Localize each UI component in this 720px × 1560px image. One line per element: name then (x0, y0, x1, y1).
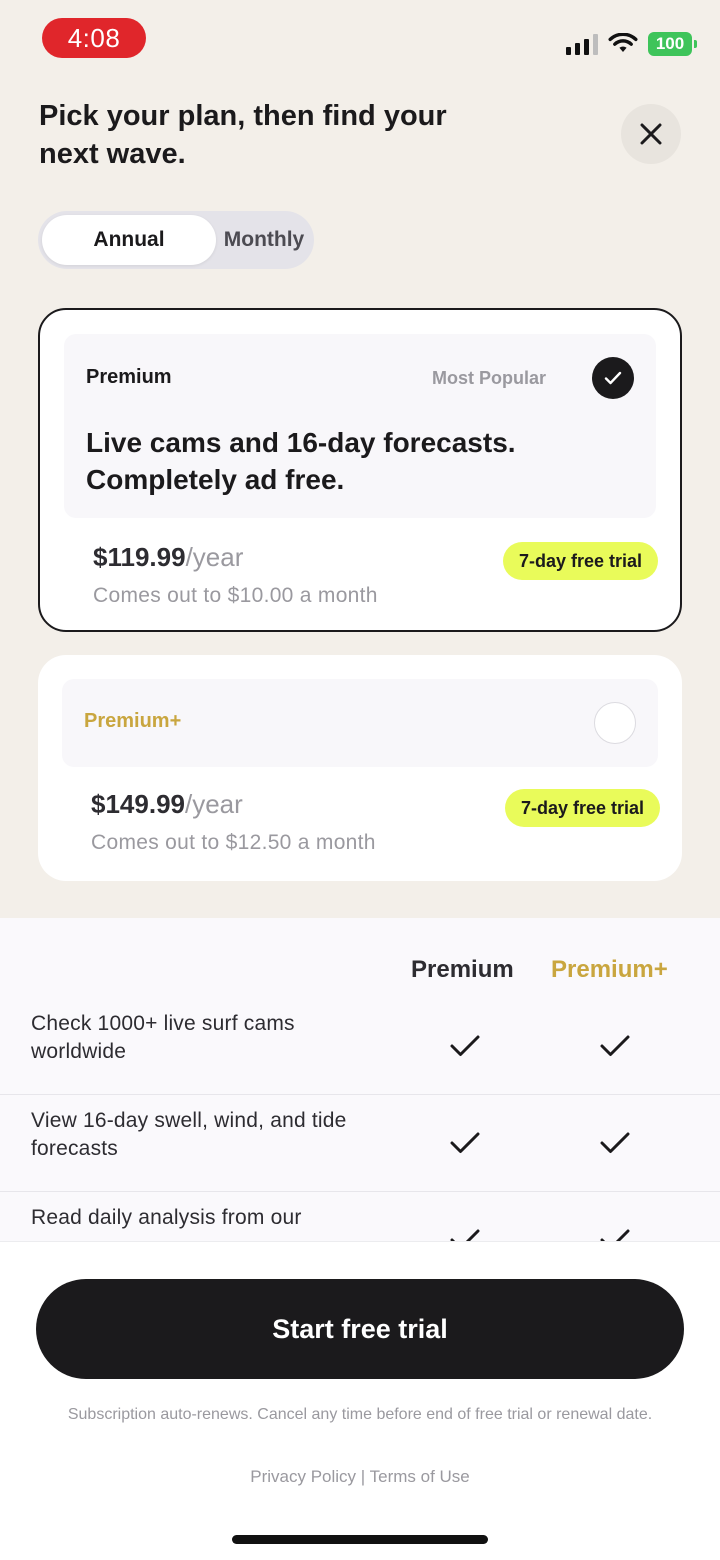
plan-card-header: Premium+ (62, 679, 658, 767)
price-period: /year (184, 789, 243, 819)
feature-comparison-table[interactable]: Premium Premium+ Check 1000+ live surf c… (0, 918, 720, 1248)
most-popular-label: Most Popular (431, 368, 546, 388)
privacy-policy-link[interactable]: Privacy Policy (250, 1467, 356, 1486)
wifi-icon (608, 33, 638, 52)
price-amount: $149.99 (91, 789, 185, 819)
check-icon (450, 1132, 480, 1153)
legal-links: Privacy Policy | Terms of Use (0, 1467, 720, 1487)
free-trial-badge: 7-day free trial (504, 789, 660, 827)
price-amount: $119.99 (93, 542, 186, 572)
check-icon (600, 1035, 630, 1056)
status-bar: 4:08 100 (0, 0, 720, 80)
status-time: 4:08 (42, 18, 146, 58)
page-title: Pick your plan, then find your next wave… (39, 100, 447, 170)
plan-card-premium[interactable]: Premium Most Popular Live cams and 16-da… (38, 308, 682, 632)
table-row: Read daily analysis from our (0, 1192, 720, 1248)
column-header-premium-plus: Premium+ (551, 956, 668, 983)
feature-label: View 16-day swell, wind, and tide foreca… (31, 1109, 347, 1160)
monthly-price-note: Comes out to $10.00 a month (93, 584, 378, 607)
bottom-action-sheet: Start free trial Subscription auto-renew… (0, 1241, 720, 1560)
close-icon (640, 123, 662, 145)
plan-card-premium-plus[interactable]: Premium+ $149.99/year Comes out to $12.5… (38, 655, 682, 881)
price-period: /year (185, 542, 244, 572)
plan-card-header: Premium Most Popular Live cams and 16-da… (64, 334, 656, 518)
table-row: View 16-day swell, wind, and tide foreca… (0, 1095, 720, 1192)
toggle-monthly[interactable]: Monthly (216, 215, 312, 265)
status-icons: 100 (566, 30, 697, 58)
link-separator: | (360, 1467, 366, 1486)
free-trial-badge: 7-day free trial (502, 542, 658, 580)
feature-label: Check 1000+ live surf cams worldwide (31, 1012, 295, 1063)
plan-price: $149.99/year (91, 789, 243, 820)
plan-name: Premium (86, 366, 172, 388)
plan-name: Premium+ (84, 710, 182, 732)
start-free-trial-button[interactable]: Start free trial (36, 1279, 684, 1379)
close-button[interactable] (621, 104, 681, 164)
monthly-price-note: Comes out to $12.50 a month (91, 831, 376, 854)
selected-check-icon[interactable] (592, 357, 634, 399)
column-header-premium: Premium (411, 956, 514, 983)
plan-description: Live cams and 16-day forecasts. Complete… (86, 427, 516, 495)
toggle-annual[interactable]: Annual (42, 215, 216, 265)
subscription-disclaimer: Subscription auto-renews. Cancel any tim… (67, 1406, 653, 1423)
cellular-signal-icon (566, 33, 598, 55)
check-icon (600, 1132, 630, 1153)
terms-of-use-link[interactable]: Terms of Use (370, 1467, 470, 1486)
battery-icon: 100 (648, 32, 697, 56)
unselected-radio-icon[interactable] (594, 702, 636, 744)
plan-price: $119.99/year (93, 542, 243, 573)
billing-period-toggle: Annual Monthly (38, 211, 314, 269)
feature-label: Read daily analysis from our (31, 1206, 302, 1229)
home-indicator[interactable] (232, 1535, 488, 1544)
table-row: Check 1000+ live surf cams worldwide (0, 998, 720, 1095)
check-icon (450, 1035, 480, 1056)
